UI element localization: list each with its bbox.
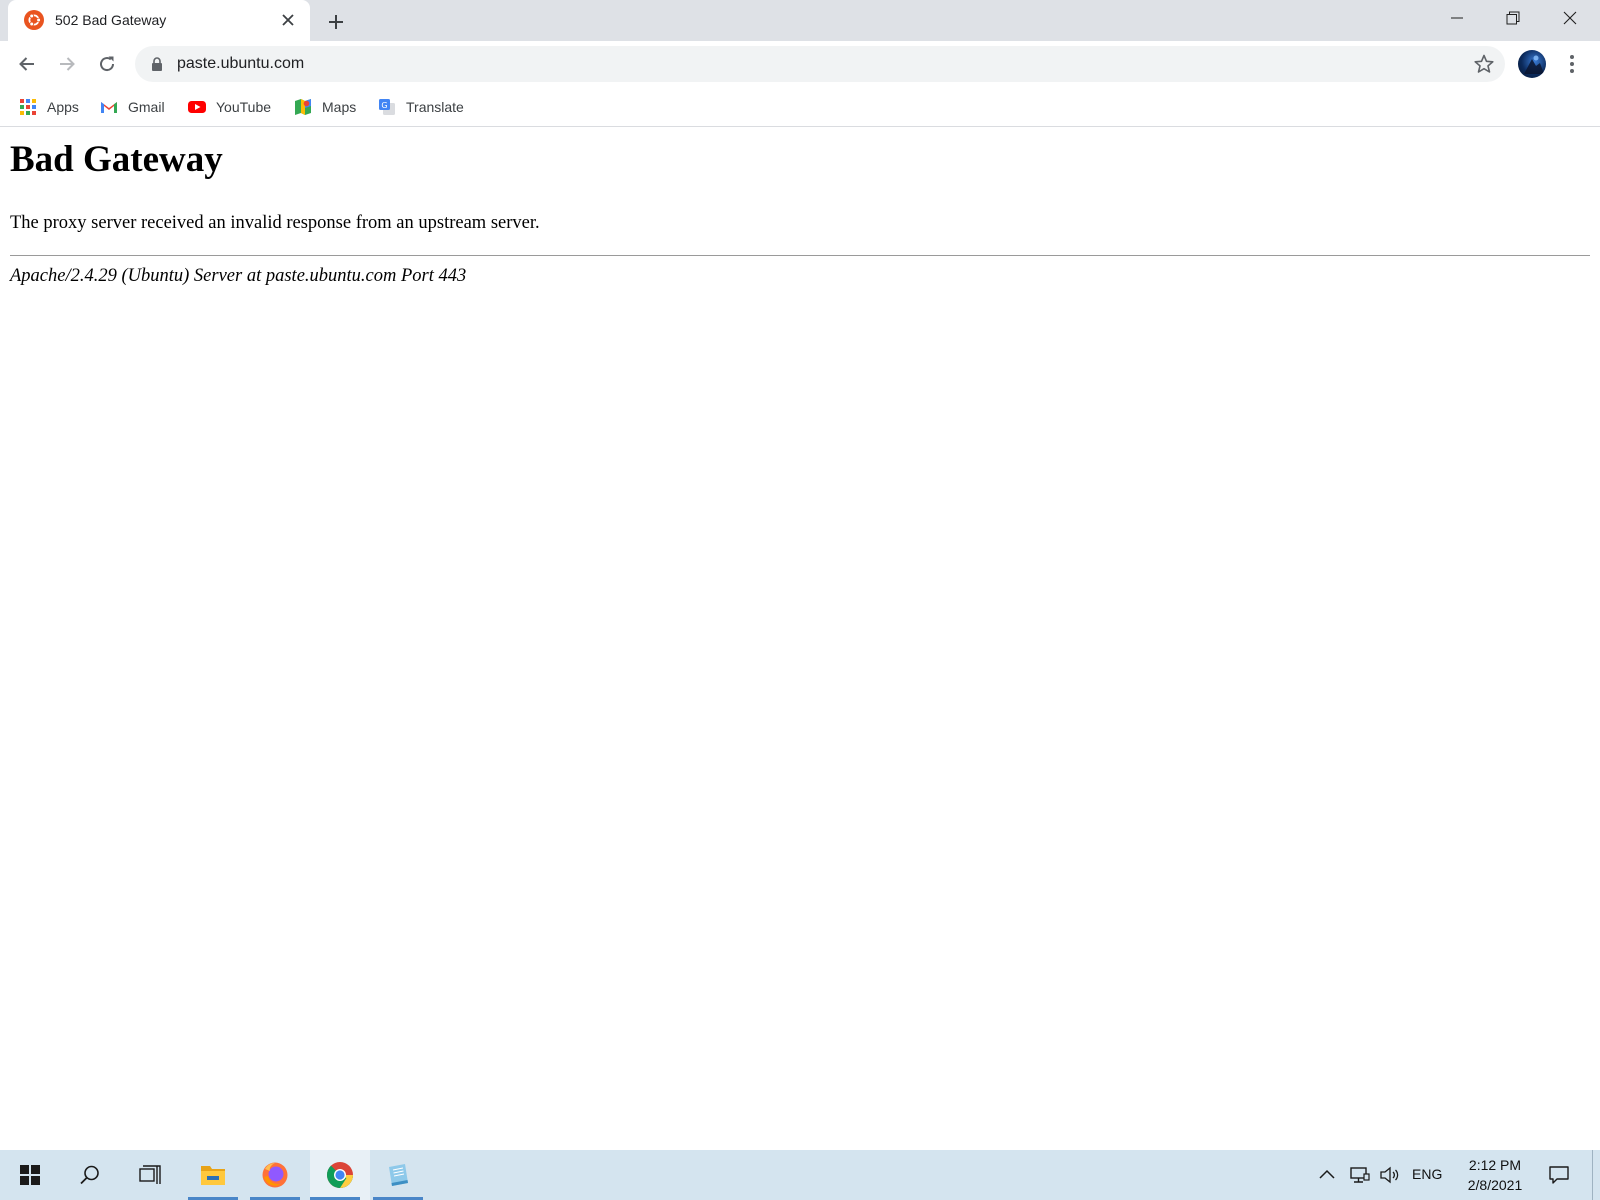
gmail-icon (101, 102, 117, 113)
clock-date: 2/8/2021 (1467, 1177, 1523, 1193)
clock-time: 2:12 PM (1468, 1157, 1522, 1173)
browser-tab[interactable]: 502 Bad Gateway (8, 0, 310, 41)
address-bar[interactable]: paste.ubuntu.com (135, 46, 1505, 82)
taskbar-firefox[interactable] (250, 1150, 300, 1200)
browser-menu-button[interactable] (1560, 49, 1584, 79)
tab-close-button[interactable] (278, 10, 298, 30)
tab-title: 502 Bad Gateway (55, 12, 167, 28)
clock[interactable]: 2:12 PM 2/8/2021 (1455, 1155, 1535, 1195)
close-icon (282, 14, 294, 26)
page-content: Bad Gateway The proxy server received an… (0, 127, 1600, 1150)
maps-icon (295, 99, 311, 115)
ubuntu-logo-icon (24, 10, 44, 30)
task-view-icon (139, 1165, 161, 1184)
windows-taskbar: ENG 2:12 PM 2/8/2021 (0, 1150, 1600, 1200)
bookmarks-bar: Apps Gmail YouTube Maps G Translate (0, 88, 1600, 127)
notepad-icon (389, 1164, 408, 1186)
bookmark-translate[interactable]: G Translate (374, 94, 468, 120)
svg-text:G: G (381, 101, 387, 110)
reload-icon (100, 56, 115, 72)
start-button[interactable] (8, 1150, 52, 1200)
bookmark-gmail[interactable]: Gmail (96, 94, 169, 120)
taskbar-notepad[interactable] (373, 1150, 423, 1200)
search-button[interactable] (68, 1150, 112, 1200)
file-explorer-icon (201, 1166, 225, 1185)
taskbar-file-explorer[interactable] (188, 1150, 238, 1200)
window-close-button[interactable] (1542, 0, 1598, 36)
horizontal-rule (10, 255, 1590, 256)
search-icon (80, 1165, 99, 1185)
profile-avatar[interactable] (1518, 50, 1546, 78)
url-text[interactable]: paste.ubuntu.com (177, 55, 304, 73)
tab-strip: 502 Bad Gateway (0, 0, 1600, 41)
back-button[interactable] (11, 48, 43, 80)
bookmark-maps[interactable]: Maps (290, 94, 360, 120)
bookmark-label: Apps (47, 99, 79, 115)
bookmark-label: Maps (322, 99, 357, 115)
page-title: Bad Gateway (10, 139, 223, 180)
apps-grid-icon (20, 99, 36, 115)
restore-icon (1506, 11, 1520, 25)
lock-icon (152, 57, 162, 71)
network-icon[interactable] (1350, 1165, 1370, 1185)
menu-dot (1570, 55, 1574, 59)
server-signature: Apache/2.4.29 (Ubuntu) Server at paste.u… (10, 266, 467, 286)
error-message: The proxy server received an invalid res… (10, 213, 540, 233)
arrow-left-icon (19, 57, 34, 71)
browser-toolbar: paste.ubuntu.com (0, 41, 1600, 88)
translate-icon: G (379, 99, 395, 115)
new-tab-button[interactable] (322, 8, 350, 36)
menu-dot (1570, 69, 1574, 73)
windows-logo-icon (20, 1165, 40, 1185)
chrome-icon (327, 1162, 353, 1188)
plus-icon (329, 15, 343, 29)
bookmark-label: Translate (406, 99, 464, 115)
language-indicator[interactable]: ENG (1412, 1166, 1442, 1182)
close-icon (1563, 11, 1577, 25)
youtube-icon (188, 101, 206, 113)
reload-button[interactable] (91, 48, 123, 80)
show-desktop-button[interactable] (1592, 1150, 1600, 1200)
bookmark-label: YouTube (216, 99, 272, 115)
avatar-icon (1524, 55, 1544, 74)
minimize-icon (1451, 17, 1463, 19)
bookmark-apps[interactable]: Apps (15, 94, 83, 120)
task-view-button[interactable] (128, 1150, 172, 1200)
arrow-right-icon (60, 57, 75, 71)
taskbar-chrome[interactable] (310, 1150, 370, 1200)
menu-dot (1570, 62, 1574, 66)
notification-icon[interactable] (1548, 1164, 1570, 1186)
bookmark-star-icon[interactable] (1473, 53, 1495, 75)
restore-button[interactable] (1485, 0, 1541, 36)
minimize-button[interactable] (1429, 0, 1485, 36)
firefox-icon (262, 1162, 288, 1188)
bookmark-youtube[interactable]: YouTube (184, 94, 275, 120)
bookmark-label: Gmail (128, 99, 165, 115)
chevron-up-icon[interactable] (1318, 1166, 1336, 1184)
forward-button[interactable] (51, 48, 83, 80)
volume-icon[interactable] (1379, 1165, 1401, 1185)
